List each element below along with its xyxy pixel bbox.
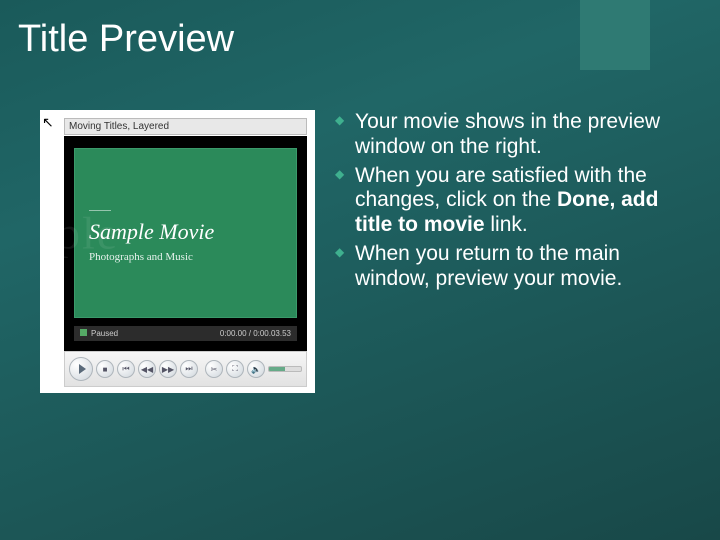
fullscreen-button[interactable]: ⛶ [226,360,244,378]
sample-movie-title: Sample Movie [89,219,296,245]
video-frame: ple Sample Movie Photographs and Music [74,148,297,318]
status-label: Paused [91,329,118,338]
status-bar: Paused 0:00.00 / 0:00.03.53 [74,326,297,341]
volume-slider[interactable] [268,366,302,372]
bullet-1-text: Your movie shows in the preview window o… [355,110,660,158]
rewind-button[interactable]: ◀◀ [138,360,156,378]
mute-button[interactable]: 🔈 [247,360,265,378]
bullet-2-text-c: link. [485,213,528,236]
bullet-1: Your movie shows in the preview window o… [335,110,690,160]
preview-pane: ↖ Moving Titles, Layered ple Sample Movi… [40,110,315,393]
sample-movie-subtitle: Photographs and Music [89,251,296,263]
accent-block [580,0,650,70]
content-row: ↖ Moving Titles, Layered ple Sample Movi… [40,110,690,393]
status-left: Paused [80,329,118,338]
video-mat: ple Sample Movie Photographs and Music P… [64,136,307,351]
bullet-list: Your movie shows in the preview window o… [335,110,690,393]
play-button[interactable] [69,357,93,381]
bullet-3: When you return to the main window, prev… [335,242,690,292]
preview-window-title: Moving Titles, Layered [64,118,307,135]
playback-controls: ■ ⏮ ◀◀ ▶▶ ⏭ ✂ ⛶ 🔈 [64,351,307,387]
timecode: 0:00.00 / 0:00.03.53 [220,329,291,338]
bullet-3-text: When you return to the main window, prev… [355,242,622,290]
title-divider [89,210,111,211]
prev-button[interactable]: ⏮ [117,360,135,378]
cursor-icon: ↖ [42,114,54,131]
next-button[interactable]: ⏭ [180,360,198,378]
slide-title: Title Preview [18,18,234,61]
stop-button[interactable]: ■ [96,360,114,378]
status-dot-icon [80,329,87,336]
bullet-2: When you are satisfied with the changes,… [335,164,690,238]
split-button[interactable]: ✂ [205,360,223,378]
forward-button[interactable]: ▶▶ [159,360,177,378]
